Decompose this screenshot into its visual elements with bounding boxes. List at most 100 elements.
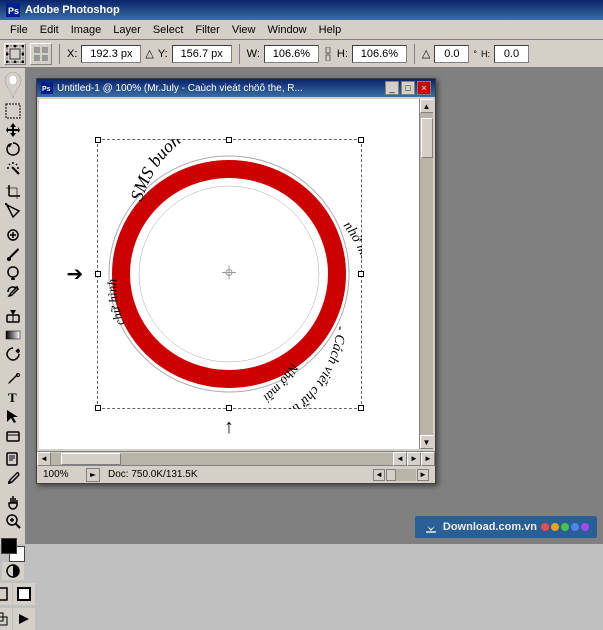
menu-window[interactable]: Window bbox=[262, 22, 313, 38]
delta-icon: △ bbox=[145, 47, 153, 60]
scroll-up-btn[interactable]: ▲ bbox=[420, 99, 434, 113]
scroll-track-h[interactable] bbox=[51, 453, 393, 465]
doc-title-text-label: Untitled-1 @ 100% (Mr.July - Caùch vieát… bbox=[57, 83, 303, 94]
options-divider-1 bbox=[59, 44, 60, 64]
screen-mode-btn[interactable] bbox=[0, 583, 12, 605]
canvas-area: ➔ ↑ bbox=[39, 99, 433, 449]
scroll-track-v[interactable] bbox=[420, 113, 434, 435]
vertical-scrollbar[interactable]: ▲ ▼ bbox=[419, 99, 433, 449]
clone-stamp-tool[interactable] bbox=[2, 264, 24, 282]
x-input[interactable] bbox=[81, 45, 141, 63]
menu-image[interactable]: Image bbox=[65, 22, 108, 38]
doc-title-bar: Ps Untitled-1 @ 100% (Mr.July - Caùch vi… bbox=[37, 79, 435, 97]
shape-tool[interactable] bbox=[2, 426, 24, 444]
brush-tool[interactable] bbox=[2, 245, 24, 263]
watermark-text: Download.com.vn bbox=[443, 521, 537, 533]
type-tool[interactable]: T bbox=[2, 388, 24, 406]
bottom-arrow: ↑ bbox=[224, 416, 234, 439]
nav-track[interactable] bbox=[386, 469, 416, 481]
menu-help[interactable]: Help bbox=[313, 22, 348, 38]
app-title-text: Adobe Photoshop bbox=[25, 4, 120, 16]
scroll-right-prev-btn[interactable]: ◄ bbox=[393, 452, 407, 466]
y-label: Y: bbox=[158, 48, 168, 60]
menu-edit[interactable]: Edit bbox=[34, 22, 65, 38]
spot-heal-tool[interactable] bbox=[2, 226, 24, 244]
menu-view[interactable]: View bbox=[226, 22, 262, 38]
color-swatches[interactable] bbox=[1, 538, 25, 554]
doc-status-bar: 100% Doc: 750.0K/131.5K ◄ ► bbox=[37, 465, 435, 483]
eyedropper-tool[interactable] bbox=[2, 469, 24, 487]
scroll-right-next-btn[interactable]: ► bbox=[407, 452, 421, 466]
doc-minimize-btn[interactable]: _ bbox=[385, 81, 399, 95]
angle-input[interactable] bbox=[434, 45, 469, 63]
hand-tool[interactable] bbox=[2, 493, 24, 511]
scroll-thumb-h[interactable] bbox=[61, 453, 121, 465]
nav-left-btn[interactable]: ◄ bbox=[373, 469, 385, 481]
screen-mode-icons bbox=[0, 583, 35, 605]
h-letter: H: bbox=[481, 49, 490, 59]
doc-icon: Ps bbox=[41, 82, 53, 94]
nav-right-btn[interactable]: ► bbox=[417, 469, 429, 481]
ps-logo-icon bbox=[2, 72, 24, 98]
w-label: W: bbox=[247, 48, 260, 60]
scroll-right-btn[interactable]: ► bbox=[421, 452, 435, 466]
dot-red bbox=[541, 523, 549, 531]
doc-size: Doc: 750.0K/131.5K bbox=[108, 469, 365, 480]
circular-text-svg: SMS buon vơi nhớ mãi Nhớ mãi bbox=[97, 139, 362, 409]
doc-maximize-btn[interactable]: □ bbox=[401, 81, 415, 95]
dot-green bbox=[561, 523, 569, 531]
pen-tool[interactable] bbox=[2, 369, 24, 387]
document-window: Ps Untitled-1 @ 100% (Mr.July - Caùch vi… bbox=[36, 78, 436, 484]
workspace: Ps Untitled-1 @ 100% (Mr.July - Caùch vi… bbox=[26, 68, 603, 544]
menu-select[interactable]: Select bbox=[147, 22, 190, 38]
scroll-left-btn[interactable]: ◄ bbox=[37, 452, 51, 466]
download-icon bbox=[423, 519, 439, 535]
notes-tool[interactable] bbox=[2, 450, 24, 468]
doc-close-btn[interactable]: × bbox=[417, 81, 431, 95]
y-input[interactable] bbox=[172, 45, 232, 63]
quick-mask-icon[interactable] bbox=[2, 562, 24, 580]
menu-bar: File Edit Image Layer Select Filter View… bbox=[0, 20, 603, 40]
blur-tool[interactable] bbox=[2, 345, 24, 363]
zoom-tool[interactable] bbox=[2, 512, 24, 530]
crop-tool[interactable] bbox=[2, 183, 24, 201]
left-arrow: ➔ bbox=[67, 262, 84, 287]
marquee-tool[interactable] bbox=[2, 102, 24, 120]
link-icon bbox=[323, 47, 333, 61]
watermark: Download.com.vn bbox=[415, 516, 597, 538]
transform-mode-icon[interactable] bbox=[30, 43, 52, 65]
slice-tool[interactable] bbox=[2, 202, 24, 220]
horizontal-scrollbar-area: ◄ ◄ ► ► bbox=[37, 451, 435, 465]
angle-icon: △ bbox=[422, 47, 430, 60]
canvas-content: ➔ ↑ bbox=[39, 99, 419, 449]
zoom-indicator-btn[interactable] bbox=[86, 468, 100, 482]
jump-btn-2[interactable] bbox=[13, 608, 35, 630]
canvas-wrapper: ➔ ↑ bbox=[37, 99, 435, 483]
selection-container: ➔ ↑ bbox=[97, 139, 362, 409]
jump-btn[interactable] bbox=[0, 608, 12, 630]
menu-filter[interactable]: Filter bbox=[189, 22, 225, 38]
move-tool[interactable] bbox=[2, 121, 24, 139]
nav-thumb[interactable] bbox=[386, 469, 396, 481]
foreground-color[interactable] bbox=[1, 538, 17, 554]
nav-controls: ◄ ► bbox=[373, 469, 429, 481]
history-brush-tool[interactable] bbox=[2, 283, 24, 301]
eraser-tool[interactable] bbox=[2, 307, 24, 325]
skew-input[interactable] bbox=[494, 45, 529, 63]
color-dots bbox=[541, 523, 589, 531]
scroll-thumb-v[interactable] bbox=[421, 118, 433, 158]
scroll-down-btn[interactable]: ▼ bbox=[420, 435, 434, 449]
path-select-tool[interactable] bbox=[2, 407, 24, 425]
h-input[interactable] bbox=[352, 45, 407, 63]
dot-purple bbox=[581, 523, 589, 531]
jump-icons bbox=[0, 608, 35, 630]
gradient-tool[interactable] bbox=[2, 326, 24, 344]
menu-layer[interactable]: Layer bbox=[107, 22, 147, 38]
dot-blue bbox=[571, 523, 579, 531]
lasso-tool[interactable] bbox=[2, 140, 24, 158]
w-input[interactable] bbox=[264, 45, 319, 63]
full-screen-btn[interactable] bbox=[13, 583, 35, 605]
magic-wand-tool[interactable] bbox=[2, 159, 24, 177]
svg-text:Ps: Ps bbox=[42, 86, 51, 93]
menu-file[interactable]: File bbox=[4, 22, 34, 38]
